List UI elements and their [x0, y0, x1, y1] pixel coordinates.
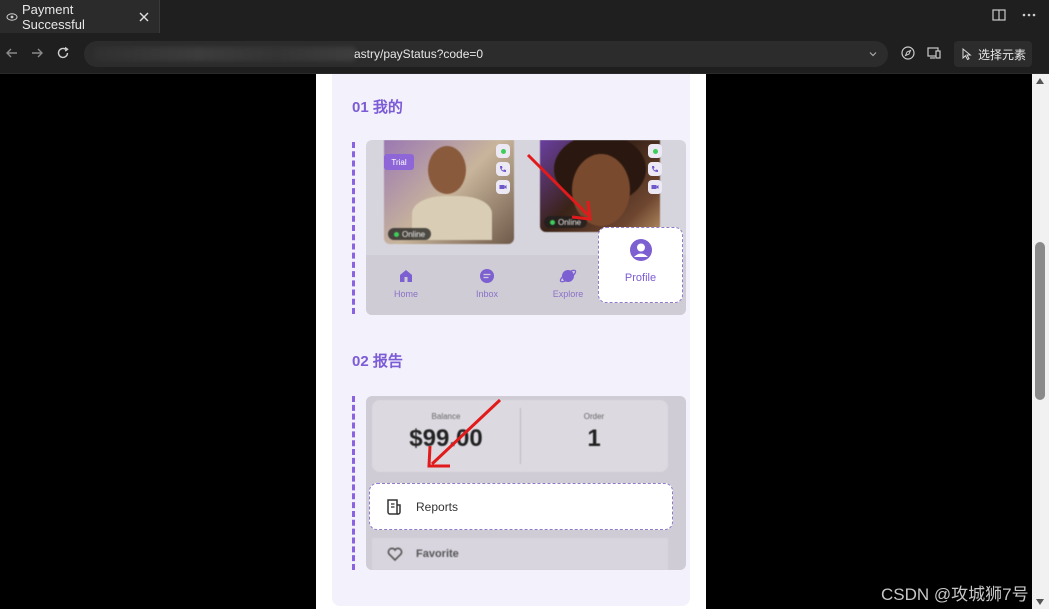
section-divider-line	[352, 396, 355, 570]
trial-tag: Trial	[384, 154, 414, 170]
status-dot-icon	[496, 144, 510, 158]
order-stat: Order 1	[520, 412, 668, 453]
compass-icon[interactable]	[900, 45, 916, 61]
more-options-icon[interactable]	[1021, 7, 1037, 23]
arrow-annotation-reports	[427, 398, 502, 468]
page-viewport: 01 我的 Online Trial Online Home Inbox Exp…	[0, 74, 1049, 609]
device-icon[interactable]	[926, 45, 942, 61]
cursor-select-icon	[960, 47, 974, 61]
reports-highlight[interactable]: Reports	[369, 483, 673, 530]
stats-card: Balance $99.00 Order 1	[372, 400, 668, 472]
reports-label: Reports	[416, 499, 459, 514]
status-dot-icon	[648, 144, 662, 158]
watermark-text: CSDN @攻城狮7号	[881, 585, 1029, 604]
user-circle-icon	[629, 238, 653, 262]
call-actions	[496, 144, 512, 194]
inspect-element-button[interactable]: 选择元素	[954, 41, 1032, 67]
order-label: Order	[583, 412, 605, 421]
reload-icon[interactable]	[55, 45, 71, 61]
video-icon	[496, 180, 510, 194]
order-value: 1	[587, 425, 601, 452]
url-text: astry/payStatus?code=0	[354, 47, 484, 61]
back-icon[interactable]	[4, 45, 20, 61]
online-badge: Online	[388, 228, 432, 240]
home-icon	[397, 267, 415, 285]
eye-icon	[6, 11, 18, 23]
scroll-thumb[interactable]	[1035, 242, 1045, 400]
close-icon[interactable]	[137, 10, 151, 24]
favorite-label: Favorite	[416, 548, 459, 560]
nav-item-home[interactable]: Home	[376, 267, 436, 299]
profile-label: Profile	[624, 272, 657, 284]
heart-icon	[386, 545, 404, 563]
arrow-annotation-profile	[526, 153, 592, 221]
document-icon	[384, 497, 404, 517]
scroll-up-icon[interactable]	[1036, 78, 1044, 84]
chat-icon	[478, 267, 496, 285]
profile-highlight[interactable]: Profile	[598, 227, 683, 303]
nav-item-explore[interactable]: Explore	[538, 267, 598, 299]
browser-tab[interactable]: Payment Successful	[0, 0, 160, 33]
nav-label: Explore	[552, 289, 584, 299]
phone-icon	[648, 162, 662, 176]
url-blurred-segment	[94, 47, 356, 61]
url-input[interactable]: astry/payStatus?code=0	[84, 41, 888, 67]
nav-label: Home	[393, 289, 418, 299]
favorite-row[interactable]: Favorite	[372, 538, 668, 570]
split-view-icon[interactable]	[991, 7, 1007, 23]
video-icon	[648, 180, 662, 194]
section-divider-line	[352, 142, 355, 314]
tab-title: Payment Successful	[22, 1, 85, 32]
nav-item-inbox[interactable]: Inbox	[457, 267, 517, 299]
phone-icon	[496, 162, 510, 176]
vertical-scrollbar[interactable]	[1032, 74, 1049, 609]
title-bar: Payment Successful	[0, 0, 1049, 33]
inspect-label: 选择元素	[978, 47, 1027, 62]
section-title-reports: 02 报告	[352, 353, 403, 370]
scroll-down-icon[interactable]	[1036, 599, 1044, 605]
address-bar: astry/payStatus?code=0 选择元素	[0, 33, 1049, 74]
nav-label: Inbox	[475, 289, 499, 299]
forward-icon[interactable]	[29, 45, 45, 61]
planet-icon	[559, 267, 577, 285]
online-label: Online	[402, 229, 426, 239]
call-actions	[648, 144, 664, 194]
section-title-mine: 01 我的	[352, 99, 403, 116]
chevron-down-icon[interactable]	[866, 47, 880, 61]
